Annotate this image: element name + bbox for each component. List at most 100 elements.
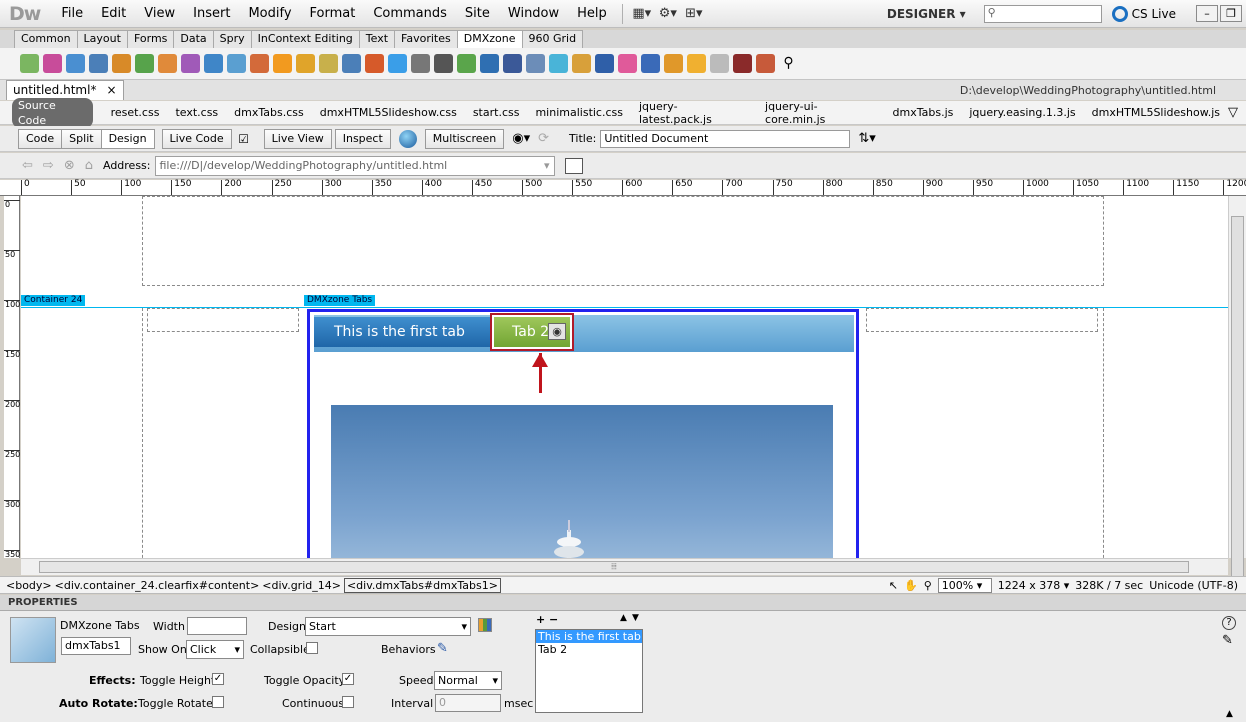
tab-incontext-editing[interactable]: InContext Editing <box>250 30 360 48</box>
insert-icon[interactable] <box>250 54 269 73</box>
insert-icon[interactable] <box>664 54 683 73</box>
back-icon[interactable]: ⇦ <box>22 158 33 173</box>
window-size[interactable]: 1224 x 378 ▾ <box>998 579 1070 592</box>
move-up-icon[interactable]: ▲ <box>620 613 627 623</box>
eye-icon[interactable]: ◉▾ <box>512 131 530 146</box>
tab-common[interactable]: Common <box>14 30 78 48</box>
toggle-opacity-checkbox[interactable]: ✓ <box>342 673 354 685</box>
insert-icon[interactable] <box>227 54 246 73</box>
related-file[interactable]: dmxTabs.js <box>885 106 962 119</box>
width-input[interactable] <box>187 617 247 635</box>
headphones-icon[interactable] <box>411 54 430 73</box>
tab-960-grid[interactable]: 960 Grid <box>521 30 584 48</box>
workspace-switcher[interactable]: DESIGNER ▾ <box>879 7 974 21</box>
design-canvas[interactable]: Container 24 DMXzone Tabs This is the fi… <box>21 196 1228 558</box>
first-tab[interactable]: This is the first tab <box>314 317 490 347</box>
facebook-icon[interactable] <box>503 54 522 73</box>
insert-icon[interactable] <box>112 54 131 73</box>
related-file[interactable]: start.css <box>465 106 528 119</box>
options-icon[interactable] <box>564 157 583 174</box>
menu-insert[interactable]: Insert <box>184 6 239 21</box>
menu-help[interactable]: Help <box>568 6 616 21</box>
globe-icon[interactable] <box>398 129 417 148</box>
insert-icon[interactable] <box>43 54 62 73</box>
inspect-button[interactable]: Inspect <box>334 128 391 149</box>
continuous-checkbox[interactable] <box>342 696 354 708</box>
insert-icon[interactable] <box>756 54 775 73</box>
toggle-height-checkbox[interactable]: ✓ <box>212 673 224 685</box>
insert-icon[interactable] <box>595 54 614 73</box>
insert-icon[interactable] <box>733 54 752 73</box>
insert-icon[interactable] <box>549 54 568 73</box>
menu-window[interactable]: Window <box>499 6 568 21</box>
zoom-icon[interactable]: ⚲ <box>924 579 932 592</box>
remove-icon[interactable]: − <box>549 613 558 626</box>
related-file[interactable]: dmxHTML5Slideshow.css <box>312 106 465 119</box>
tag-selector-dmxtabs[interactable]: <div.dmxTabs#dmxTabs1> <box>343 577 501 593</box>
clapper-icon[interactable] <box>434 54 453 73</box>
menu-site[interactable]: Site <box>456 6 499 21</box>
insert-icon[interactable] <box>687 54 706 73</box>
related-file[interactable]: text.css <box>167 106 226 119</box>
tag-selector-grid[interactable]: <div.grid_14> <box>262 579 341 592</box>
eye-icon[interactable]: ◉ <box>548 323 566 340</box>
title-input[interactable]: Untitled Document <box>600 129 851 148</box>
gear-icon[interactable]: ⚙▾ <box>655 4 681 24</box>
menu-modify[interactable]: Modify <box>239 6 300 21</box>
show-on-select[interactable]: Click <box>186 640 244 659</box>
check-icon[interactable]: ☑ <box>232 132 256 146</box>
related-file[interactable]: dmxTabs.css <box>226 106 312 119</box>
insert-icon[interactable] <box>135 54 154 73</box>
list-item[interactable]: Tab 2 <box>536 643 642 656</box>
insert-icon[interactable] <box>181 54 200 73</box>
address-input[interactable]: file:///D|/develop/WeddingPhotography/un… <box>154 155 555 176</box>
twitter-icon[interactable] <box>388 54 407 73</box>
chart-icon[interactable] <box>457 54 476 73</box>
insert-icon[interactable] <box>572 54 591 73</box>
tab-data[interactable]: Data <box>173 30 214 48</box>
second-tab[interactable]: Tab 2 ◉ <box>490 313 574 351</box>
collapse-icon[interactable]: ▲ <box>1226 709 1233 719</box>
restore-icon[interactable]: ❐ <box>1220 5 1242 22</box>
related-file[interactable]: jquery.easing.1.3.js <box>961 106 1083 119</box>
tab-forms[interactable]: Forms <box>126 30 175 48</box>
add-icon[interactable]: + <box>536 613 545 626</box>
live-view-button[interactable]: Live View <box>263 128 332 149</box>
insert-icon[interactable] <box>319 54 338 73</box>
vertical-scrollbar[interactable] <box>1228 196 1246 586</box>
behaviors-icon[interactable]: ✎ <box>437 641 448 656</box>
edit-icon[interactable]: ✎ <box>1222 633 1233 648</box>
help-icon[interactable]: ? <box>1222 616 1236 630</box>
insert-icon[interactable] <box>20 54 39 73</box>
insert-icon[interactable] <box>641 54 660 73</box>
insert-icon[interactable] <box>296 54 315 73</box>
split-view-button[interactable]: Split <box>61 128 102 149</box>
menu-commands[interactable]: Commands <box>364 6 456 21</box>
insert-icon[interactable] <box>618 54 637 73</box>
move-down-icon[interactable]: ▼ <box>632 613 639 623</box>
home-icon[interactable]: ⌂ <box>85 158 93 173</box>
source-code-button[interactable]: Source Code <box>12 97 93 128</box>
related-file[interactable]: minimalistic.css <box>527 106 631 119</box>
tab-list[interactable]: This is the first tab Tab 2 <box>535 629 643 713</box>
scroll-thumb[interactable]: ⦙⦙⦙ <box>39 561 1189 573</box>
insert-icon[interactable] <box>342 54 361 73</box>
properties-header[interactable]: PROPERTIES <box>0 595 1246 611</box>
menu-edit[interactable]: Edit <box>92 6 135 21</box>
id-input[interactable]: dmxTabs1 <box>61 637 131 655</box>
tab-dmxzone[interactable]: DMXzone <box>456 30 523 48</box>
menu-file[interactable]: File <box>52 6 92 21</box>
insert-icon[interactable] <box>273 54 292 73</box>
horizontal-scrollbar[interactable]: ⦙⦙⦙ <box>21 558 1228 575</box>
code-view-button[interactable]: Code <box>18 128 63 149</box>
tag-selector-container[interactable]: <div.container_24.clearfix#content> <box>55 579 260 592</box>
insert-icon[interactable] <box>204 54 223 73</box>
fullscreen-icon[interactable] <box>480 54 499 73</box>
list-item[interactable]: This is the first tab <box>536 630 642 643</box>
search-icon[interactable]: ⚲ <box>779 54 798 73</box>
palette-icon[interactable] <box>478 618 492 632</box>
close-icon[interactable]: × <box>106 81 116 100</box>
related-file[interactable]: jquery-ui-core.min.js <box>757 100 885 126</box>
pointer-icon[interactable]: ↖ <box>889 579 898 592</box>
file-management-icon[interactable]: ⇅▾ <box>858 131 875 146</box>
